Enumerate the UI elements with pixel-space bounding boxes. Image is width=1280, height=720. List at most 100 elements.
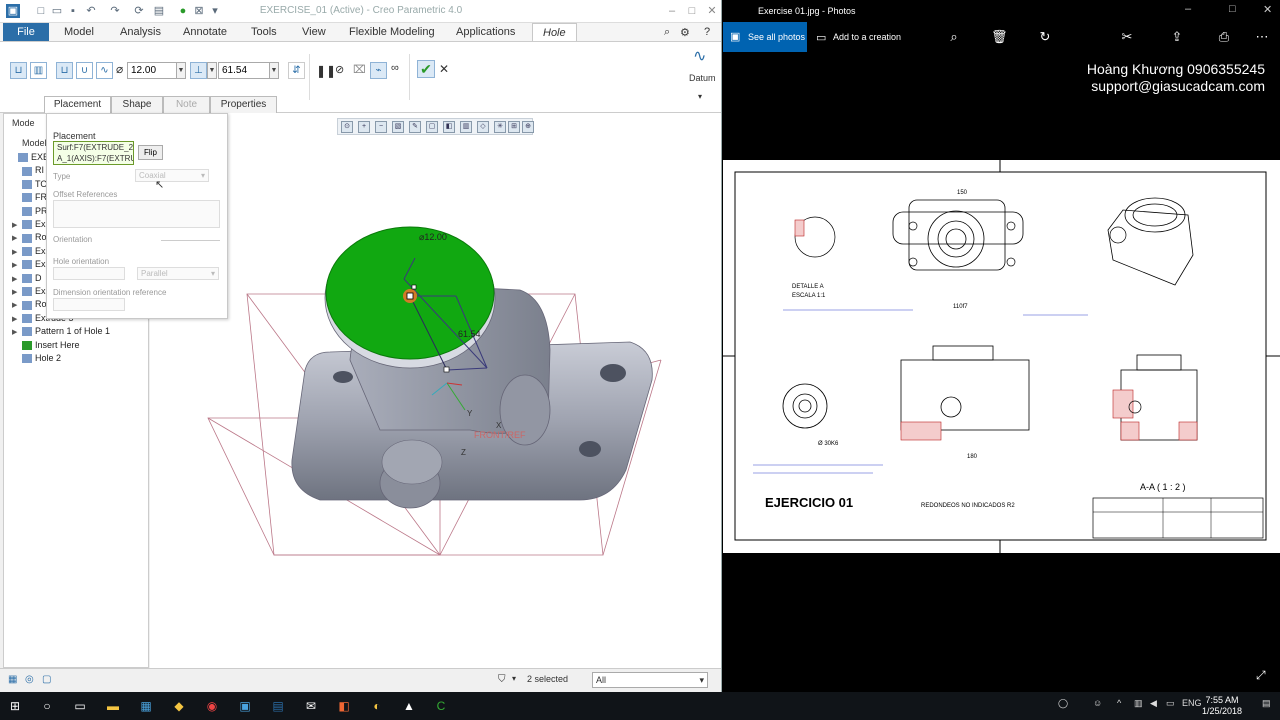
- expand-icon[interactable]: ▶: [12, 315, 22, 323]
- file-explorer-icon[interactable]: ▬: [104, 696, 122, 716]
- tab-view[interactable]: View: [302, 26, 326, 38]
- search-icon[interactable]: ⌕: [664, 26, 670, 39]
- flip-button[interactable]: Flip: [138, 145, 163, 160]
- preview-icon[interactable]: ⌧: [353, 63, 366, 76]
- standard-profile-icon[interactable]: ∪: [76, 62, 93, 79]
- more-icon[interactable]: ⋯: [1254, 29, 1270, 45]
- network-icon[interactable]: ▥: [1134, 698, 1143, 709]
- filter-select[interactable]: All ▾: [592, 672, 708, 688]
- delete-icon[interactable]: 🗑: [991, 29, 1008, 45]
- edit-icon[interactable]: ✂: [1119, 29, 1135, 45]
- close-button[interactable]: ✕: [704, 3, 720, 19]
- datum-label[interactable]: Datum: [689, 73, 716, 83]
- add-to-creation-button[interactable]: Add to a creation: [833, 32, 901, 42]
- tab-flexible-modeling[interactable]: Flexible Modeling: [349, 26, 435, 38]
- straight-hole-icon[interactable]: ⊔: [56, 62, 73, 79]
- folder-icon[interactable]: ◆: [170, 696, 188, 716]
- reorient-icon[interactable]: ✎: [409, 121, 421, 133]
- app-icon-1[interactable]: ▣: [236, 696, 254, 716]
- chrome-icon[interactable]: ◉: [203, 696, 221, 716]
- no-preview-icon[interactable]: ⊘: [335, 63, 344, 76]
- datum-display-icon[interactable]: ✳: [494, 121, 506, 133]
- photos-maximize-button[interactable]: □: [1229, 3, 1236, 15]
- placement-ref-2[interactable]: A_1(AXIS):F7(EXTRUD: [57, 153, 133, 164]
- repaint-icon[interactable]: ▧: [392, 121, 404, 133]
- photos-close-button[interactable]: ✕: [1263, 3, 1272, 16]
- model-tree-item[interactable]: PR: [12, 206, 48, 219]
- language-indicator[interactable]: ENG: [1182, 698, 1202, 708]
- model-tree-item[interactable]: ▶ Pattern 1 of Hole 1: [12, 326, 110, 339]
- standard-hole-icon[interactable]: ▥: [30, 62, 47, 79]
- offset-references-box[interactable]: [53, 200, 220, 228]
- tab-annotate[interactable]: Annotate: [183, 26, 227, 38]
- message-icon[interactable]: ▭: [1166, 698, 1175, 709]
- print-icon[interactable]: ⎙: [1216, 29, 1232, 45]
- model-3d-view[interactable]: Y X Z ⌀12.00 61.54 FRONT/REF: [150, 113, 722, 668]
- hole-orientation-ref[interactable]: [53, 267, 125, 280]
- share-icon[interactable]: ⇪: [1169, 29, 1185, 45]
- see-all-photos-button[interactable]: ▣ See all photos: [723, 22, 807, 52]
- maximize-button[interactable]: □: [684, 3, 700, 19]
- file-menu[interactable]: File: [3, 23, 49, 41]
- model-tree-item[interactable]: ▶ Ro: [12, 299, 47, 312]
- depth-side-icon[interactable]: ⇵: [288, 62, 305, 79]
- expand-icon[interactable]: ▶: [12, 301, 22, 309]
- hole-orientation-select[interactable]: Parallel ▾: [137, 267, 219, 280]
- status-icon-2[interactable]: ◎: [25, 674, 34, 685]
- rotate-icon[interactable]: ↻: [1037, 29, 1053, 45]
- selection-filter-icon[interactable]: ⛉: [498, 674, 506, 685]
- tab-note[interactable]: Note: [163, 96, 210, 113]
- zoom-icon[interactable]: ⌕: [946, 29, 962, 45]
- tab-tools[interactable]: Tools: [251, 26, 277, 38]
- placement-ref-1[interactable]: Surf:F7(EXTRUDE_2): [57, 142, 133, 153]
- settings-icon[interactable]: ⚙: [680, 26, 690, 39]
- expand-icon[interactable]: ▶: [12, 221, 22, 229]
- type-select[interactable]: Coaxial ▾: [135, 169, 209, 182]
- depth-option-dropdown[interactable]: ▼: [207, 62, 217, 79]
- expand-icon[interactable]: ▶: [12, 248, 22, 256]
- refit-icon[interactable]: ⊙: [341, 121, 353, 133]
- display-style-icon[interactable]: ◧: [443, 121, 455, 133]
- datum-icon[interactable]: ∿: [693, 46, 706, 66]
- depth-dropdown[interactable]: ▼: [269, 62, 279, 79]
- tab-analysis[interactable]: Analysis: [120, 26, 161, 38]
- model-tree-item[interactable]: ▶ Ro: [12, 232, 47, 245]
- view-manager-icon[interactable]: ▥: [460, 121, 472, 133]
- tab-model[interactable]: Model: [64, 26, 94, 38]
- search-button[interactable]: ○: [38, 696, 56, 716]
- datum-chevron-down-icon[interactable]: ▾: [698, 92, 702, 101]
- placement-references-box[interactable]: Surf:F7(EXTRUDE_2) A_1(AXIS):F7(EXTRUD: [53, 141, 134, 165]
- status-icon-1[interactable]: ▦: [8, 674, 17, 685]
- model-tree-item[interactable]: ▶ Ex: [12, 286, 46, 299]
- photos-app-icon[interactable]: ▲: [400, 696, 418, 716]
- photos-minimize-button[interactable]: –: [1185, 3, 1191, 15]
- model-tree-item[interactable]: Hole 2: [12, 353, 61, 366]
- ok-checkmark-icon[interactable]: ✔: [417, 60, 435, 78]
- perspective-icon[interactable]: ◇: [477, 121, 489, 133]
- people-icon[interactable]: ☺: [1093, 698, 1102, 708]
- tab-placement[interactable]: Placement: [44, 96, 111, 113]
- depth-input[interactable]: [218, 62, 270, 79]
- feature-preview-icon[interactable]: ∞: [391, 62, 399, 74]
- tab-hole[interactable]: Hole: [532, 23, 577, 42]
- add-creation-icon[interactable]: ▭: [816, 31, 826, 44]
- tab-properties[interactable]: Properties: [210, 96, 277, 113]
- verify-mode-icon[interactable]: ⌁: [370, 62, 387, 79]
- expand-icon[interactable]: ▶: [12, 328, 22, 336]
- volume-icon[interactable]: ◀: [1150, 698, 1157, 709]
- fullscreen-icon[interactable]: ⤢: [1256, 668, 1266, 683]
- tray-chevron-up-icon[interactable]: ^: [1117, 698, 1121, 708]
- pdf-icon[interactable]: ◧: [335, 696, 353, 716]
- cancel-x-icon[interactable]: ✕: [439, 62, 449, 76]
- model-tree-item[interactable]: TO: [12, 179, 47, 192]
- sketch-profile-icon[interactable]: ∿: [96, 62, 113, 79]
- spin-center-icon[interactable]: ⊕: [522, 121, 534, 133]
- expand-icon[interactable]: ▶: [12, 261, 22, 269]
- store-icon[interactable]: ▦: [137, 696, 155, 716]
- depth-option-icon[interactable]: ⊥: [190, 62, 207, 79]
- action-center-icon[interactable]: ▤: [1262, 698, 1271, 709]
- selection-filter-dropdown[interactable]: ▾: [512, 674, 516, 683]
- annotation-display-icon[interactable]: ⊞: [508, 121, 520, 133]
- expand-icon[interactable]: ▶: [12, 234, 22, 242]
- help-icon[interactable]: ?: [704, 26, 710, 38]
